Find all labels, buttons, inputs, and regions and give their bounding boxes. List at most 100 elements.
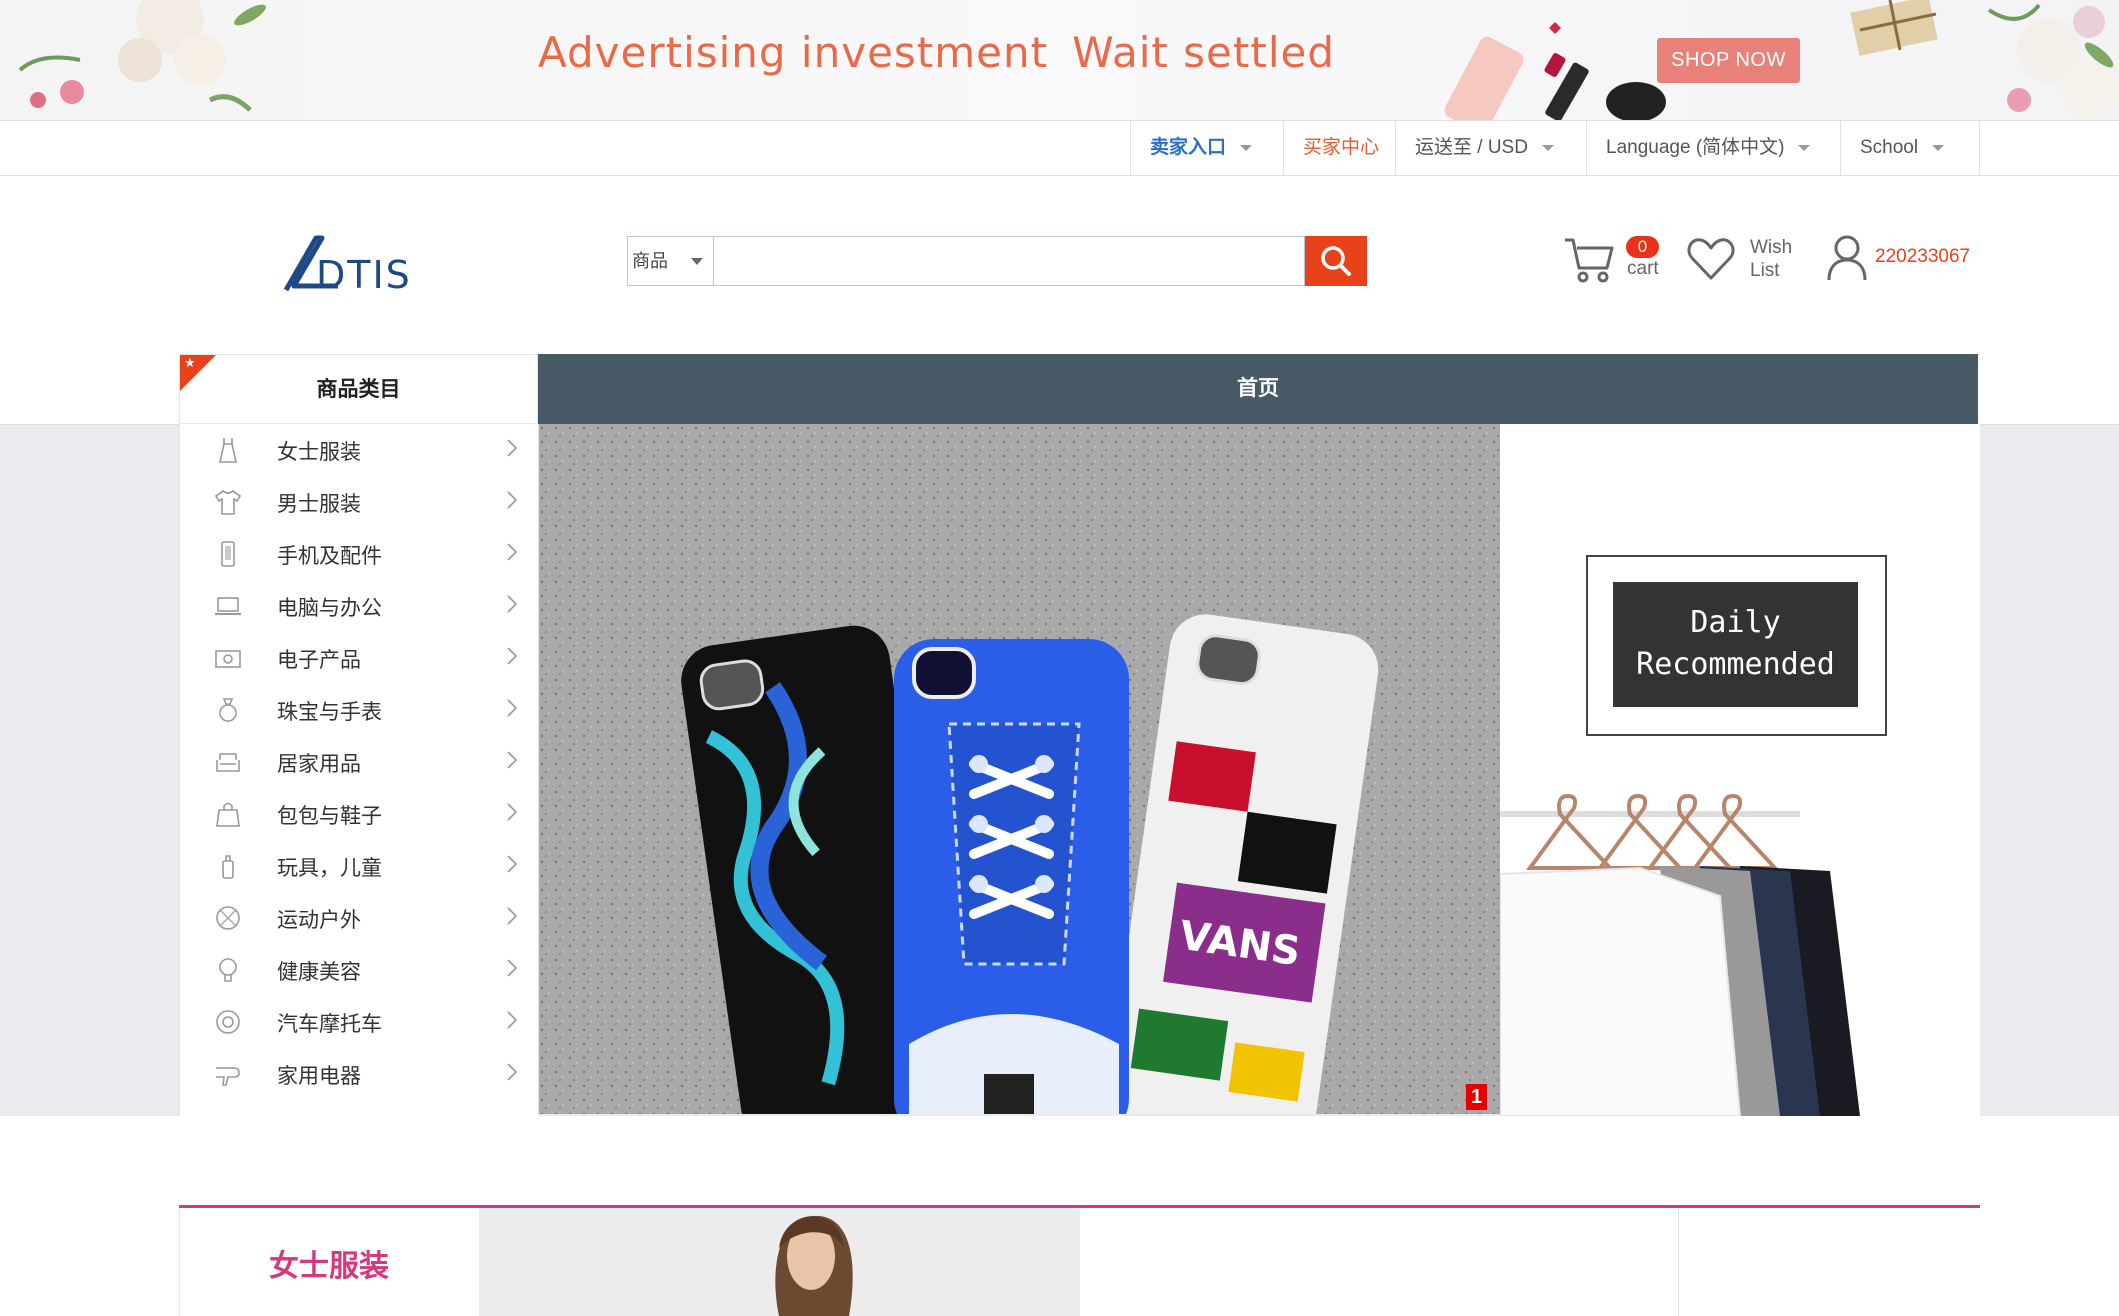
category-label: 家用电器 [277, 1065, 361, 1088]
category-label: 玩具，儿童 [277, 857, 382, 880]
laptop-icon [215, 597, 241, 615]
floor-column-divider [1678, 1208, 1679, 1316]
search-button[interactable] [1305, 236, 1367, 286]
user-icon [1827, 235, 1867, 281]
language-label: Language (简体中文) [1606, 137, 1785, 158]
search-category-value: 商品 [632, 251, 668, 271]
category-item-bags-shoes[interactable]: 包包与鞋子 [180, 788, 538, 840]
category-title: 商品类目 [316, 378, 401, 401]
shop-now-button[interactable]: SHOP NOW [1657, 38, 1800, 83]
category-label: 电脑与办公 [277, 597, 382, 620]
site-logo[interactable]: DTIS [282, 234, 427, 294]
wishlist-label: Wish List [1750, 236, 1800, 282]
school-label: School [1860, 137, 1919, 158]
top-utility-bar: 卖家入口 买家中心 运送至 / USD Language (简体中文) Scho… [0, 120, 2119, 176]
category-item-phones[interactable]: 手机及配件 [180, 528, 538, 580]
seller-entry-menu[interactable]: 卖家入口 [1130, 121, 1283, 175]
search-bar: 商品 [627, 236, 1367, 286]
category-item-toys-kids[interactable]: 玩具，儿童 [180, 840, 538, 892]
ad-banner[interactable]: Advertising investment Wait settled SHOP … [0, 0, 2119, 120]
chevron-right-icon [507, 647, 518, 665]
chevron-right-icon [507, 959, 518, 977]
daily-label-line1: Daily [1690, 605, 1781, 640]
wishlist-label-line1: Wish [1750, 237, 1793, 258]
language-menu[interactable]: Language (简体中文) [1586, 121, 1840, 175]
floor-header: 女士服装 [179, 1208, 479, 1316]
category-label: 居家用品 [277, 753, 361, 776]
tshirt-icon [214, 489, 242, 515]
phone-icon [221, 541, 235, 567]
category-list: 女士服装 男士服装 手机及配件 电脑与办公 电子产品 珠宝与手表 居家用品 包包… [179, 424, 539, 1116]
category-label: 汽车摩托车 [277, 1013, 382, 1036]
user-account-link[interactable]: 220233067 [1826, 234, 1976, 284]
dress-icon [219, 438, 237, 463]
wheel-icon [216, 1010, 240, 1034]
cosmetics-decoration [1444, 22, 1666, 120]
chevron-down-icon [691, 258, 703, 265]
flowers-decoration-left [18, 0, 266, 112]
category-item-auto-moto[interactable]: 汽车摩托车 [180, 996, 538, 1048]
buyer-center-link[interactable]: 买家中心 [1283, 121, 1395, 175]
search-icon [1321, 246, 1351, 276]
chevron-right-icon [507, 595, 518, 613]
category-item-sports[interactable]: 运动户外 [180, 892, 538, 944]
school-menu[interactable]: School [1840, 121, 1980, 175]
cart-count-badge: 0 [1626, 236, 1659, 258]
sofa-icon [216, 753, 240, 772]
category-label: 珠宝与手表 [277, 701, 382, 724]
category-item-jewelry[interactable]: 珠宝与手表 [180, 684, 538, 736]
phone-cases-image: VANS [539, 424, 1500, 1114]
category-item-computers[interactable]: 电脑与办公 [180, 580, 538, 632]
chevron-down-icon [1798, 144, 1811, 151]
search-input[interactable] [713, 236, 1305, 286]
model-image [479, 1208, 1080, 1316]
main-nav-bar: 首页 [538, 354, 1978, 424]
chevron-down-icon [1541, 144, 1554, 151]
chevron-right-icon [507, 491, 518, 509]
chevron-right-icon [507, 699, 518, 717]
star-icon: ★ [184, 355, 196, 370]
search-category-select[interactable]: 商品 [627, 236, 713, 286]
ad-headline-part1: Advertising investment [538, 28, 1049, 77]
wishlist-button[interactable]: Wish List [1687, 234, 1797, 290]
carousel-indicator[interactable]: 1 [1466, 1084, 1487, 1110]
svg-text:DTIS: DTIS [316, 253, 412, 294]
chevron-right-icon [507, 751, 518, 769]
category-label: 手机及配件 [277, 545, 382, 568]
chevron-right-icon [507, 543, 518, 561]
ad-headline: Advertising investment Wait settled [538, 28, 1335, 77]
category-item-home[interactable]: 居家用品 [180, 736, 538, 788]
category-label: 电子产品 [277, 649, 361, 672]
cart-icon [1565, 238, 1614, 283]
category-item-health-beauty[interactable]: 健康美容 [180, 944, 538, 996]
chevron-right-icon [507, 803, 518, 821]
category-item-womens-clothing[interactable]: 女士服装 [180, 424, 538, 476]
category-item-mens-clothing[interactable]: 男士服装 [180, 476, 538, 528]
category-item-electronics[interactable]: 电子产品 [180, 632, 538, 684]
heart-icon [1687, 238, 1735, 280]
chevron-right-icon [507, 855, 518, 873]
hero-carousel[interactable]: VANS [539, 424, 1500, 1114]
chevron-right-icon [507, 1011, 518, 1029]
chevron-down-icon [1932, 144, 1945, 151]
category-header: ★ 商品类目 [179, 354, 538, 424]
wishlist-label-line2: List [1750, 260, 1780, 281]
floor-banner-image[interactable] [479, 1208, 1080, 1316]
chevron-right-icon [507, 907, 518, 925]
nav-home-link[interactable]: 首页 [538, 354, 1978, 424]
flowers-decoration-right [1987, 3, 2117, 118]
chevron-down-icon [1240, 144, 1253, 151]
floor-title[interactable]: 女士服装 [269, 1241, 389, 1285]
baby-bottle-icon [222, 855, 234, 879]
daily-recommended-frame: Daily Recommended [1586, 555, 1887, 736]
daily-recommended-label: Daily Recommended [1613, 582, 1858, 707]
user-id: 220233067 [1875, 246, 1971, 267]
ship-to-currency-menu[interactable]: 运送至 / USD [1395, 121, 1586, 175]
ring-icon [219, 698, 237, 722]
ad-headline-part2: Wait settled [1072, 28, 1336, 77]
category-item-appliances[interactable]: 家用电器 [180, 1048, 538, 1100]
camera-icon [215, 650, 241, 668]
daily-recommended-panel[interactable]: Daily Recommended [1500, 424, 1980, 1116]
cart-button[interactable]: 0 cart [1563, 230, 1683, 290]
category-label: 健康美容 [277, 961, 361, 984]
